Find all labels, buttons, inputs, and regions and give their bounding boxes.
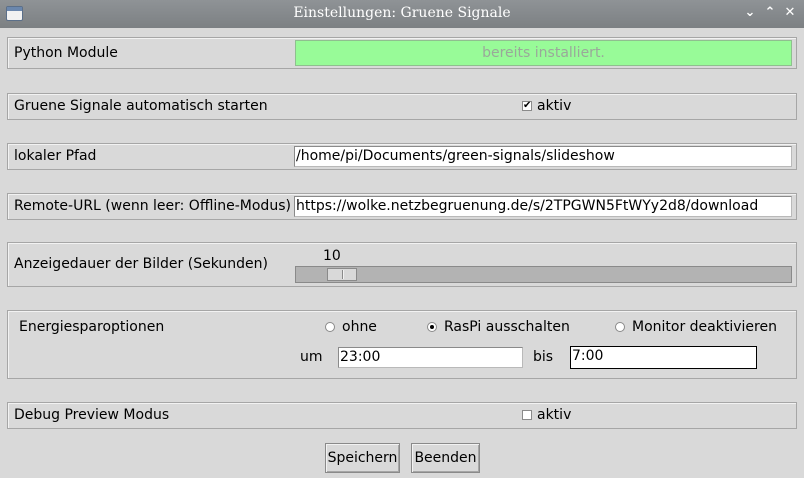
display-duration-slider-track[interactable] [295,266,792,283]
minimize-button[interactable]: ⌄ [741,4,759,22]
autostart-group: Gruene Signale automatisch starten ✔ akt… [7,93,797,120]
quit-button[interactable]: Beenden [411,443,480,473]
local-path-input[interactable]: /home/pi/Documents/green-signals/slidesh… [294,146,792,167]
save-button[interactable]: Speichern [325,443,400,473]
local-path-label: lokaler Pfad [14,148,97,164]
close-button[interactable]: ✕ [781,4,799,22]
display-duration-slider-handle[interactable] [327,268,357,281]
energy-options-label: Energiesparoptionen [19,319,165,335]
window-titlebar[interactable]: Einstellungen: Gruene Signale ⌄ ⌃ ✕ [0,0,804,28]
energy-option-monitor-label[interactable]: Monitor deaktivieren [632,319,777,335]
energy-option-none-radio[interactable] [325,322,335,332]
remote-url-input[interactable]: https://wolke.netzbegruenung.de/s/2TPGWN… [294,196,792,217]
python-module-status: bereits installiert. [295,40,792,66]
window-title: Einstellungen: Gruene Signale [293,5,511,21]
debug-checkbox-label[interactable]: aktiv [537,407,571,423]
autostart-label: Gruene Signale automatisch starten [14,98,268,114]
display-duration-group: Anzeigedauer der Bilder (Sekunden) 10 [7,242,797,287]
display-duration-label: Anzeigedauer der Bilder (Sekunden) [14,256,268,272]
autostart-checkbox[interactable]: ✔ [522,101,532,111]
remote-url-label: Remote-URL (wenn leer: Offline-Modus) [14,198,291,214]
maximize-button[interactable]: ⌃ [761,4,779,22]
debug-checkbox[interactable] [522,410,532,420]
energy-to-time-input[interactable]: 7:00 [570,346,757,369]
energy-option-monitor-radio[interactable] [615,322,625,332]
debug-label: Debug Preview Modus [14,407,170,423]
local-path-group: lokaler Pfad /home/pi/Documents/green-si… [7,143,797,170]
energy-from-time-input[interactable]: 23:00 [338,347,523,368]
python-module-group: Python Module bereits installiert. [7,37,797,69]
energy-to-label: bis [533,349,554,365]
energy-option-raspi-label[interactable]: RasPi ausschalten [444,319,570,335]
python-module-label: Python Module [14,45,118,61]
display-duration-value: 10 [323,248,341,264]
remote-url-group: Remote-URL (wenn leer: Offline-Modus) ht… [7,193,797,220]
energy-option-none-label[interactable]: ohne [342,319,377,335]
energy-option-raspi-radio[interactable] [427,322,437,332]
energy-options-group: Energiesparoptionen ohne RasPi ausschalt… [7,310,797,379]
energy-from-label: um [300,349,323,365]
debug-group: Debug Preview Modus aktiv [7,402,797,429]
autostart-checkbox-label[interactable]: aktiv [537,98,571,114]
